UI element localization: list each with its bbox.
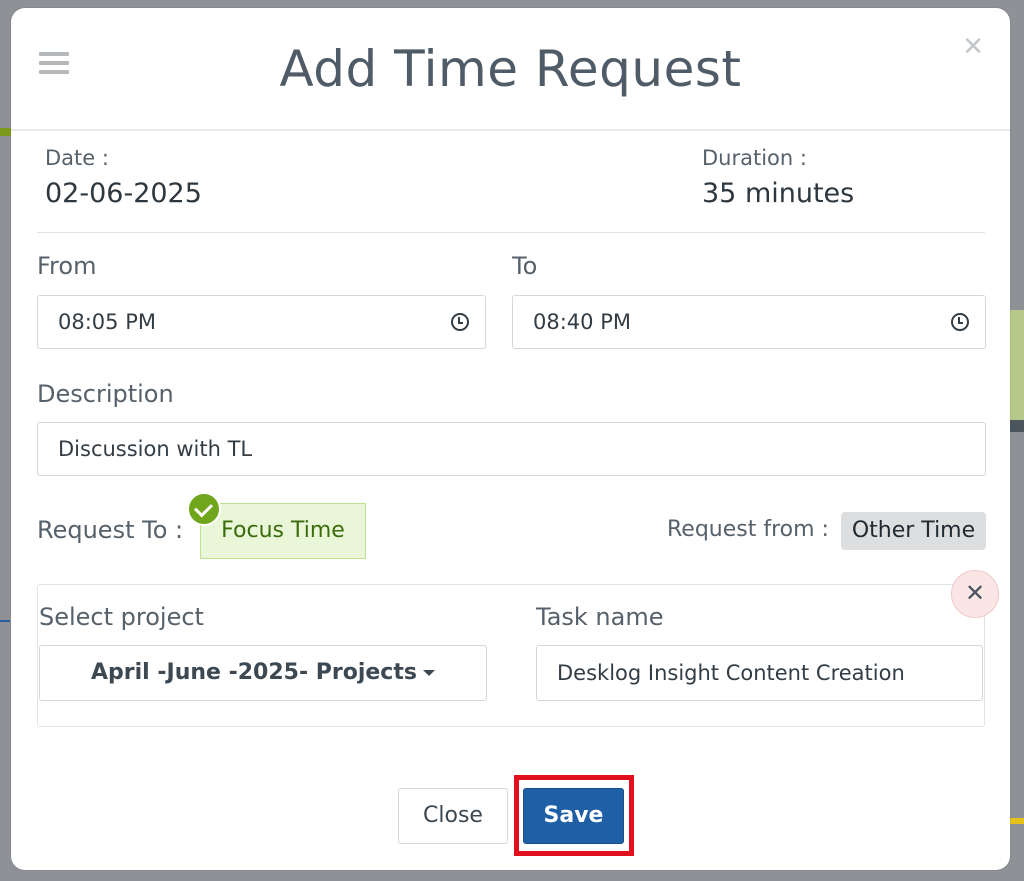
add-time-request-dialog: Add Time Request ✕ Date : 02-06-2025 Dur… — [11, 8, 1010, 870]
header-divider — [11, 129, 1010, 131]
select-project-label: Select project — [39, 603, 204, 631]
description-value: Discussion with TL — [58, 437, 253, 461]
background-accent — [1010, 420, 1024, 432]
from-label: From — [37, 252, 97, 280]
save-button[interactable]: Save — [523, 788, 624, 844]
request-to-label: Request To : — [37, 516, 184, 544]
dialog-title: Add Time Request — [279, 40, 742, 98]
project-dropdown[interactable]: April -June -2025- Projects — [39, 645, 487, 701]
from-time-value: 08:05 PM — [58, 310, 156, 334]
remove-task-button[interactable]: ✕ — [951, 570, 999, 618]
date-value: 02-06-2025 — [45, 178, 202, 209]
to-time-input[interactable]: 08:40 PM — [512, 295, 986, 349]
request-to-chip[interactable]: Focus Time — [200, 503, 366, 559]
description-label: Description — [37, 380, 174, 408]
clock-icon[interactable] — [951, 313, 969, 331]
duration-value: 35 minutes — [702, 178, 855, 209]
check-icon — [187, 492, 221, 526]
date-label: Date : — [45, 146, 109, 170]
clock-icon[interactable] — [451, 313, 469, 331]
from-time-input[interactable]: 08:05 PM — [37, 295, 486, 349]
task-name-value: Desklog Insight Content Creation — [557, 661, 905, 685]
to-label: To — [512, 252, 538, 280]
meta-divider — [37, 232, 985, 233]
request-from-label: Request from : — [667, 517, 829, 542]
duration-label: Duration : — [702, 146, 807, 170]
close-icon[interactable]: ✕ — [962, 32, 984, 62]
close-button[interactable]: Close — [398, 788, 508, 844]
background-accent — [0, 620, 10, 622]
caret-down-icon — [422, 670, 435, 676]
to-time-value: 08:40 PM — [533, 310, 631, 334]
request-from-chip: Other Time — [841, 512, 986, 550]
background-accent — [1010, 310, 1024, 420]
background-accent — [1010, 818, 1024, 824]
project-dropdown-value: April -June -2025- Projects — [91, 660, 417, 685]
description-input[interactable]: Discussion with TL — [37, 422, 986, 476]
task-name-input[interactable]: Desklog Insight Content Creation — [536, 645, 983, 701]
task-name-label: Task name — [536, 603, 664, 631]
